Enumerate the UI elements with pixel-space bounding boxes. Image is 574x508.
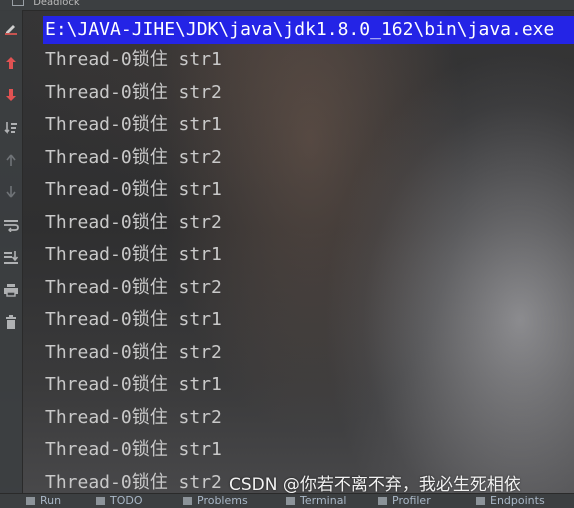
- todo-tab-icon: [96, 497, 105, 505]
- scroll-up-icon[interactable]: [0, 148, 22, 172]
- profiler-tab-icon: [378, 497, 387, 505]
- scroll-down-icon[interactable]: [0, 180, 22, 204]
- run-tab-label: Deadlock: [33, 0, 80, 8]
- console-line: Thread-0锁住 str2: [45, 146, 222, 168]
- run-window-icon: [12, 0, 24, 6]
- sort-icon[interactable]: [0, 116, 22, 140]
- console-line: Thread-0锁住 str2: [45, 341, 222, 363]
- run-tab[interactable]: Run: [26, 495, 61, 507]
- todo-tab[interactable]: TODO: [96, 495, 143, 507]
- console-line: Thread-0锁住 str2: [45, 406, 222, 428]
- run-tab-label: Run: [40, 494, 62, 507]
- terminal-tab-icon: [286, 497, 295, 505]
- run-configuration-tab[interactable]: Deadlock: [12, 0, 80, 8]
- problems-tab-label: Problems: [197, 494, 248, 507]
- console-line: Thread-0锁住 str2: [45, 81, 222, 103]
- console-line: Thread-0锁住 str1: [45, 49, 222, 70]
- profiler-tab[interactable]: Profiler: [378, 495, 431, 507]
- run-console-output[interactable]: E:\JAVA-JIHE\JDK\java\jdk1.8.0_162\bin\j…: [23, 10, 574, 493]
- endpoints-tab-icon: [476, 497, 485, 505]
- terminal-tab[interactable]: Terminal: [286, 495, 347, 507]
- console-line: Thread-0锁住 str1: [45, 179, 222, 200]
- arrow-up-icon[interactable]: [0, 51, 22, 75]
- terminal-tab-label: Terminal: [300, 494, 347, 507]
- command-line-output: E:\JAVA-JIHE\JDK\java\jdk1.8.0_162\bin\j…: [43, 16, 574, 44]
- soft-wrap-icon[interactable]: [0, 213, 22, 237]
- edit-config-icon[interactable]: [0, 16, 22, 40]
- console-line: Thread-0锁住 str1: [45, 374, 222, 395]
- console-line: Thread-0锁住 str2: [45, 276, 222, 298]
- endpoints-tab-label: Endpoints: [490, 494, 545, 507]
- console-line: Thread-0锁住 str1: [45, 309, 222, 330]
- arrow-down-icon[interactable]: [0, 83, 22, 107]
- console-line: Thread-0锁住 str1: [45, 244, 222, 265]
- scroll-to-end-icon[interactable]: [0, 245, 22, 269]
- print-icon[interactable]: [0, 278, 22, 302]
- endpoints-tab[interactable]: Endpoints: [476, 495, 545, 507]
- problems-tab[interactable]: Problems: [183, 495, 248, 507]
- run-tab-icon: [26, 497, 35, 505]
- bottom-tool-window-bar: Run TODO Problems Terminal Profiler Endp…: [0, 493, 574, 508]
- trash-icon[interactable]: [0, 310, 22, 334]
- problems-tab-icon: [183, 497, 192, 505]
- profiler-tab-label: Profiler: [392, 494, 431, 507]
- console-line: Thread-0锁住 str1: [45, 114, 222, 135]
- console-line: Thread-0锁住 str2: [45, 471, 222, 493]
- console-side-toolbar: [0, 10, 23, 493]
- console-line: Thread-0锁住 str1: [45, 439, 222, 460]
- console-line: Thread-0锁住 str2: [45, 211, 222, 233]
- todo-tab-label: TODO: [110, 494, 143, 507]
